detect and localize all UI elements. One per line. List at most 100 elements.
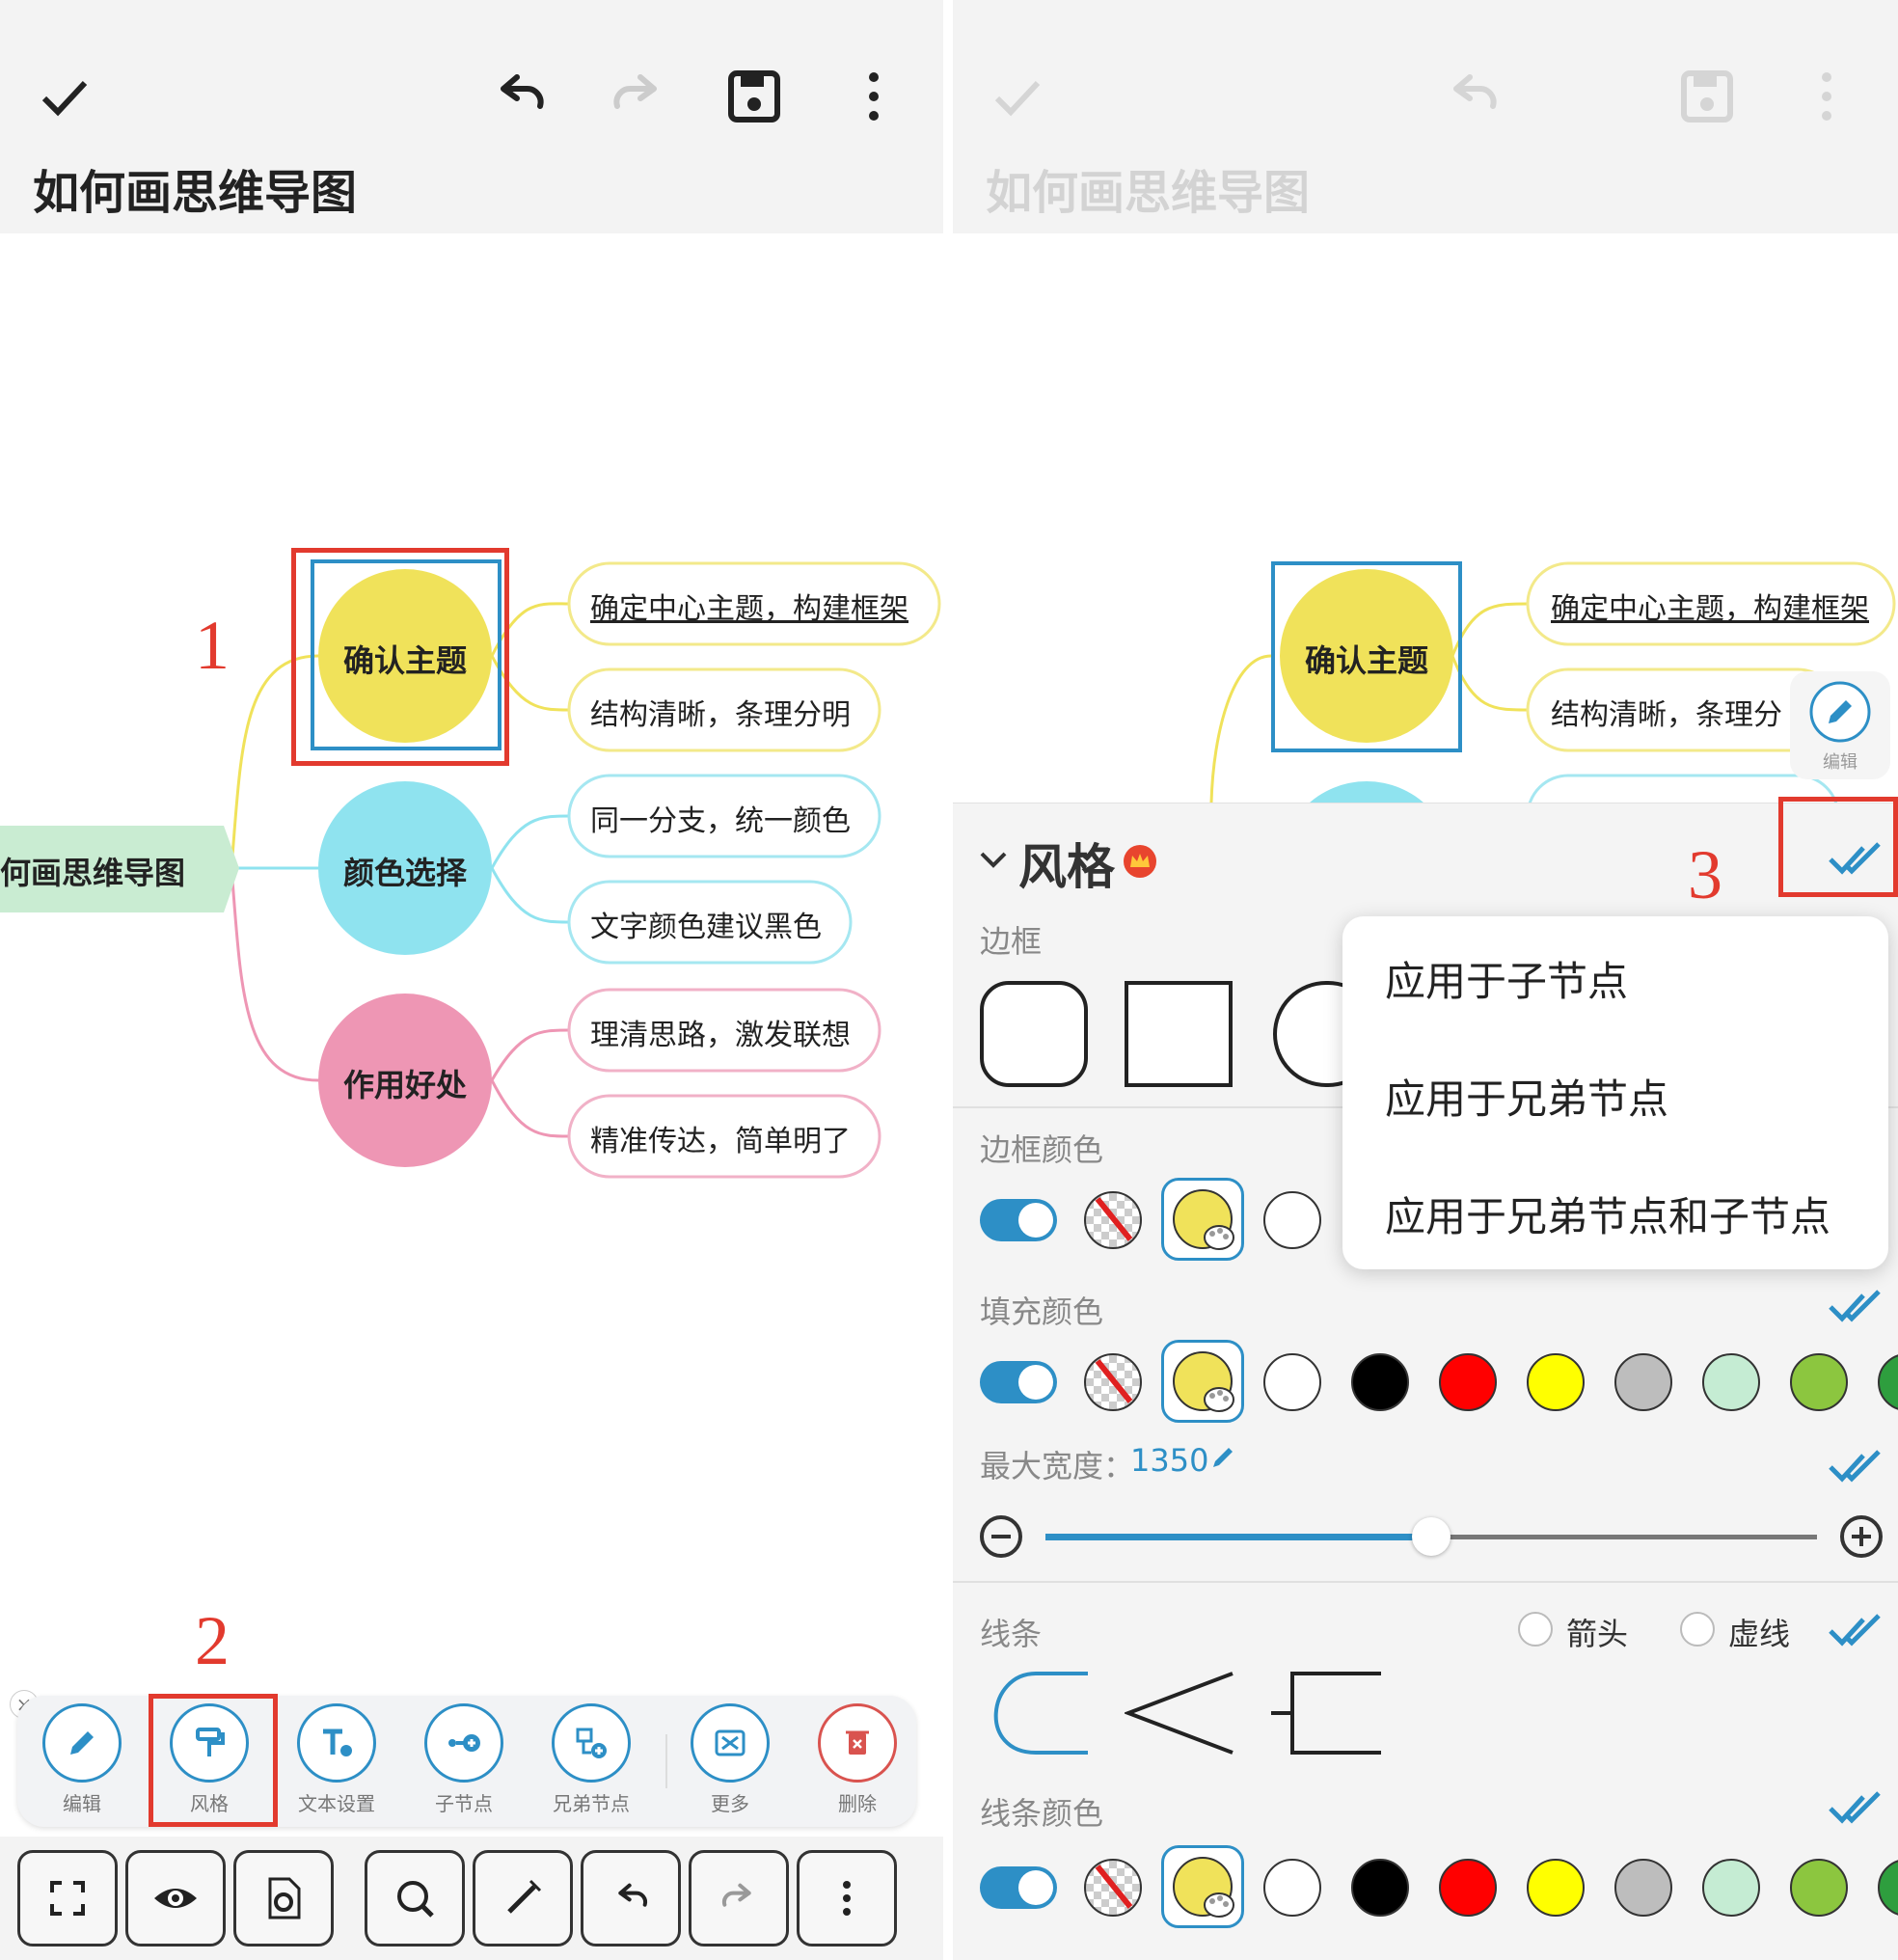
menu-apply-children[interactable]: 应用于子节点 [1385,949,1628,1008]
swatch-none[interactable] [1084,1859,1142,1917]
max-width-slider[interactable] [1045,1517,1817,1556]
dashed-radio[interactable] [1680,1612,1715,1647]
left-screen: 如何画思维导图 何画思维导图 确认主题 颜色选择 作用好处 确定中心主题，构建框… [0,0,943,1960]
swatch-none[interactable] [1084,1353,1142,1411]
child-label-2: 结构清晰，条理分 [1551,698,1782,732]
line-color-toggle[interactable] [980,1866,1057,1909]
divider [953,1581,1898,1583]
swatch-custom-selected[interactable] [1161,1340,1244,1423]
tool-delete[interactable]: 删除 [804,1703,910,1816]
line-curve-option-icon[interactable] [978,1670,1090,1756]
tool-more[interactable]: 更多 [677,1703,783,1816]
max-width-value[interactable]: 1350 [1130,1442,1208,1479]
tool-label: 文本设置 [298,1792,375,1815]
color-swatch[interactable] [1527,1859,1585,1917]
branch-label-benefit: 作用好处 [342,1067,467,1103]
annotation-box-1 [291,548,509,766]
line-straight-option-icon[interactable] [1125,1670,1236,1756]
child-label-3: 同一分支，统一颜色 [590,804,851,838]
edit-fab[interactable]: 编辑 [1790,671,1890,779]
child-label-1: 确定中心主题，构建框架 [590,592,908,626]
eye-icon [154,1889,197,1908]
palette-icon [1204,1892,1234,1918]
color-swatch[interactable] [1878,1353,1898,1411]
menu-apply-siblings-and-children[interactable]: 应用于兄弟节点和子节点 [1385,1184,1830,1243]
apply-line-check-icon[interactable] [1829,1610,1883,1648]
color-swatch[interactable] [1351,1859,1409,1917]
fill-color-toggle[interactable] [980,1361,1057,1403]
color-swatch[interactable] [1702,1353,1760,1411]
bottom-app-bar [0,1837,943,1960]
dashed-label: 虚线 [1728,1616,1791,1652]
child-label-4: 文字颜色建议黑色 [590,911,822,944]
fill-color-label: 填充颜色 [980,1293,1104,1330]
swatch-custom-selected[interactable] [1161,1178,1244,1261]
color-swatch[interactable] [1527,1353,1585,1411]
child-label-5: 理清思路，激发联想 [590,1019,851,1052]
edit-value-pencil-icon[interactable] [1209,1444,1236,1471]
color-swatch[interactable] [1263,1859,1321,1917]
preview-button[interactable] [125,1850,226,1946]
apply-width-check-icon[interactable] [1829,1446,1883,1484]
tool-add-sibling[interactable]: 兄弟节点 [538,1703,644,1816]
color-swatch[interactable] [1263,1353,1321,1411]
menu-apply-siblings[interactable]: 应用于兄弟节点 [1385,1067,1668,1126]
slider-thumb[interactable] [1412,1517,1451,1556]
branch-node-color-partial [1310,781,1424,803]
child-label-2: 结构清晰，条理分明 [590,698,851,732]
redo-icon [721,1883,751,1907]
tool-text-settings[interactable]: 文本设置 [284,1703,390,1816]
tool-edit[interactable]: 编辑 [29,1703,135,1816]
color-swatch[interactable] [1351,1353,1409,1411]
plus-circle-icon[interactable] [1838,1513,1884,1560]
line-elbow-option-icon[interactable] [1271,1670,1383,1756]
doc-settings-button[interactable] [233,1850,334,1946]
color-swatch[interactable] [1790,1859,1848,1917]
magic-button[interactable] [473,1850,573,1946]
mindmap-canvas-partial [1209,561,1896,803]
color-swatch[interactable] [1878,1859,1898,1917]
chevron-down-icon[interactable] [980,850,1007,869]
color-swatch[interactable] [1439,1353,1497,1411]
delete-icon [846,1730,869,1755]
tool-label: 兄弟节点 [553,1792,630,1815]
palette-icon [1204,1387,1234,1412]
apply-fill-check-icon[interactable] [1829,1286,1883,1324]
undo-icon [618,1883,648,1907]
no-color-slash-icon [1095,1865,1133,1909]
arrow-radio[interactable] [1518,1612,1553,1647]
fullscreen-button[interactable] [17,1850,118,1946]
redo-button[interactable] [689,1850,789,1946]
right-screen: 如何画思维导图 确认主题 确定中心主题，构建框架 结构清晰，条理分 编辑 风格 … [953,0,1898,1960]
branch-label-color: 颜色选择 [342,855,467,891]
tool-label: 删除 [838,1792,877,1815]
no-color-slash-icon [1095,1359,1133,1403]
color-swatch[interactable] [1790,1353,1848,1411]
border-rounded-option[interactable] [980,981,1088,1087]
swatch-white[interactable] [1263,1191,1321,1249]
color-swatch[interactable] [1614,1859,1672,1917]
color-swatch[interactable] [1614,1353,1672,1411]
border-color-toggle[interactable] [980,1199,1057,1241]
color-swatch[interactable] [1702,1859,1760,1917]
annotation-number-1: 1 [195,607,230,684]
search-icon [397,1881,434,1918]
line-section-label: 线条 [980,1616,1043,1652]
more-button[interactable] [797,1850,897,1946]
border-square-option[interactable] [1125,981,1233,1087]
root-node-label: 何画思维导图 [0,855,186,891]
tool-add-child[interactable]: 子节点 [411,1703,517,1816]
arrow-label: 箭头 [1566,1616,1629,1652]
fullscreen-icon [50,1881,85,1916]
apply-line-color-check-icon[interactable] [1829,1787,1883,1826]
color-swatch[interactable] [1439,1859,1497,1917]
search-button[interactable] [365,1850,465,1946]
swatch-none[interactable] [1084,1191,1142,1249]
pencil-icon [70,1731,94,1755]
add-child-icon [448,1734,480,1752]
minus-circle-icon[interactable] [978,1513,1024,1560]
swatch-custom-selected[interactable] [1161,1845,1244,1928]
undo-button[interactable] [581,1850,681,1946]
tool-label: 编辑 [63,1792,101,1815]
doc-settings-icon [268,1877,301,1919]
